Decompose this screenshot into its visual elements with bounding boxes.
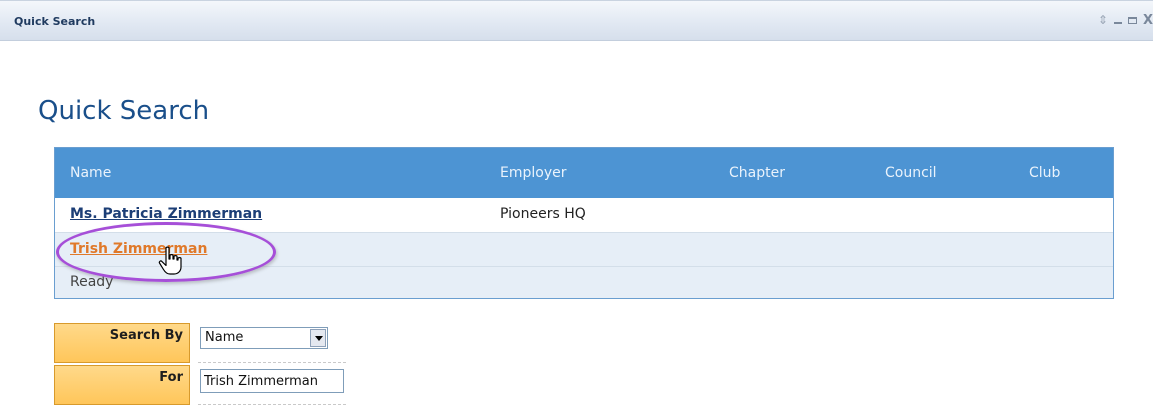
column-header-name[interactable]: Name bbox=[70, 165, 111, 181]
page-title: Quick Search bbox=[38, 96, 210, 126]
column-header-employer[interactable]: Employer bbox=[500, 165, 566, 181]
maximize-icon[interactable] bbox=[1127, 16, 1137, 24]
results-header: Name Employer Chapter Council Club bbox=[55, 148, 1113, 198]
minimize-icon[interactable] bbox=[1113, 22, 1122, 24]
portlet-header: Quick Search ⇕ X bbox=[0, 0, 1153, 41]
result-employer: Pioneers HQ bbox=[500, 206, 586, 222]
move-updown-icon[interactable]: ⇕ bbox=[1098, 13, 1108, 27]
status-row: Ready bbox=[55, 266, 1113, 298]
search-by-field-area: Name bbox=[198, 323, 346, 363]
search-for-input[interactable] bbox=[200, 369, 344, 393]
for-field-area bbox=[198, 365, 346, 405]
portlet-title: Quick Search bbox=[14, 15, 96, 28]
column-header-chapter[interactable]: Chapter bbox=[729, 165, 785, 181]
status-text: Ready bbox=[70, 274, 114, 290]
search-by-label: Search By bbox=[54, 323, 190, 363]
table-row: Trish Zimmerman bbox=[55, 232, 1113, 266]
result-name-link[interactable]: Ms. Patricia Zimmerman bbox=[70, 206, 262, 222]
chevron-down-icon[interactable] bbox=[310, 329, 326, 347]
for-label: For bbox=[54, 365, 190, 405]
table-row: Ms. Patricia Zimmerman Pioneers HQ bbox=[55, 198, 1113, 232]
column-header-council[interactable]: Council bbox=[885, 165, 937, 181]
results-table: Name Employer Chapter Council Club Ms. P… bbox=[54, 147, 1114, 299]
result-name-link[interactable]: Trish Zimmerman bbox=[70, 241, 207, 257]
column-header-club[interactable]: Club bbox=[1029, 165, 1060, 181]
search-by-select-value: Name bbox=[205, 330, 244, 345]
search-by-select[interactable]: Name bbox=[200, 327, 328, 349]
window-controls: ⇕ X bbox=[1098, 12, 1153, 28]
close-icon[interactable]: X bbox=[1143, 13, 1153, 28]
